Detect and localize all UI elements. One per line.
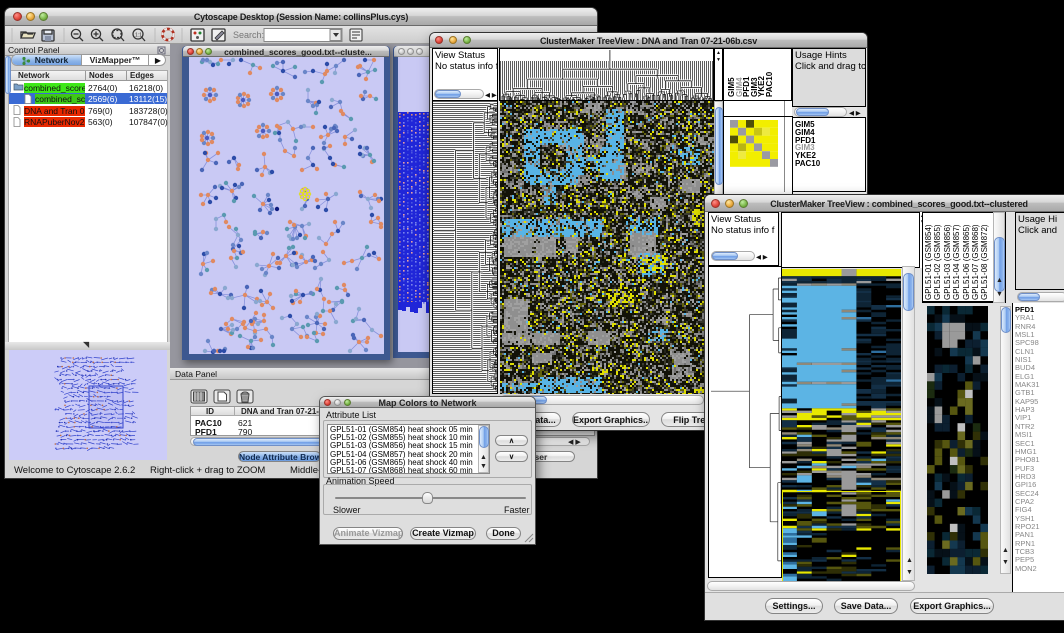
svg-text:1:1: 1:1	[135, 33, 142, 39]
svg-text:Search:: Search:	[233, 30, 264, 40]
